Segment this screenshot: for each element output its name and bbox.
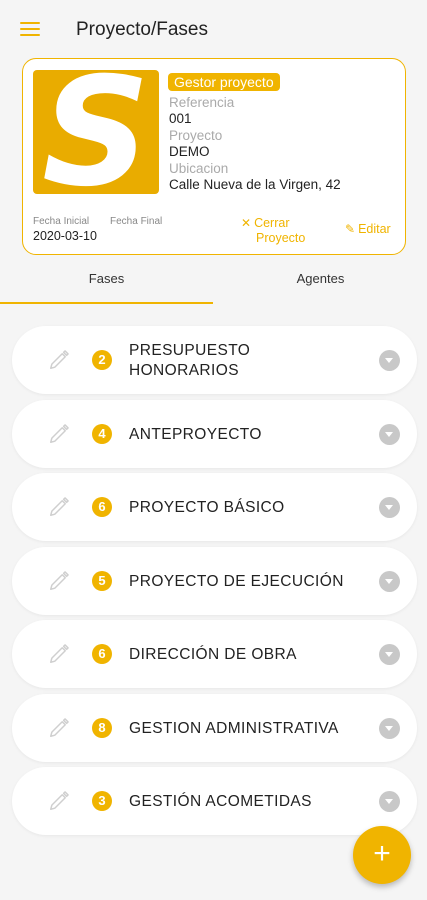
pencil-icon[interactable]	[48, 570, 70, 592]
pencil-icon[interactable]	[48, 790, 70, 812]
pencil-icon: ✎	[345, 222, 356, 236]
reference-label: Referencia	[169, 95, 235, 110]
tab-fases[interactable]: Fases	[0, 262, 213, 304]
phase-count-badge: 6	[92, 644, 112, 664]
phase-count-badge: 2	[92, 350, 112, 370]
phase-label: ANTEPROYECTO	[129, 426, 262, 443]
add-phase-button[interactable]: +	[353, 826, 411, 884]
close-icon: ✕	[241, 216, 252, 230]
phase-item[interactable]: 6 DIRECCIÓN DE OBRA	[12, 620, 417, 688]
phase-item[interactable]: 4 ANTEPROYECTO	[12, 400, 417, 468]
phase-label: DIRECCIÓN DE OBRA	[129, 646, 297, 663]
hamburger-menu-icon[interactable]	[20, 22, 40, 36]
role-badge: Gestor proyecto	[168, 73, 280, 91]
phase-count-badge: 4	[92, 424, 112, 444]
phase-label: GESTIÓN ACOMETIDAS	[129, 793, 312, 810]
chevron-down-icon[interactable]	[379, 644, 400, 665]
phase-label: PROYECTO DE EJECUCIÓN	[129, 573, 344, 590]
close-project-label-2: Proyecto	[256, 231, 306, 245]
page-title: Proyecto/Fases	[76, 19, 208, 40]
location-label: Ubicacion	[169, 161, 229, 176]
app-bar: Proyecto/Fases	[0, 0, 427, 58]
tab-agentes[interactable]: Agentes	[214, 262, 427, 304]
phase-count-badge: 8	[92, 718, 112, 738]
phase-item[interactable]: 8 GESTION ADMINISTRATIVA	[12, 694, 417, 762]
pencil-icon[interactable]	[48, 717, 70, 739]
phase-count-badge: 6	[92, 497, 112, 517]
pencil-icon[interactable]	[48, 496, 70, 518]
phase-item[interactable]: 3 GESTIÓN ACOMETIDAS	[12, 767, 417, 835]
edit-label: Editar	[358, 222, 391, 236]
chevron-down-icon[interactable]	[379, 497, 400, 518]
chevron-down-icon[interactable]	[379, 424, 400, 445]
chevron-down-icon[interactable]	[379, 571, 400, 592]
phase-item[interactable]: 5 PROYECTO DE EJECUCIÓN	[12, 547, 417, 615]
close-project-button[interactable]: ✕ Cerrar Proyecto	[241, 216, 305, 246]
project-card: S Gestor proyecto Referencia 001 Proyect…	[22, 58, 406, 255]
pencil-icon[interactable]	[48, 643, 70, 665]
chevron-down-icon[interactable]	[379, 350, 400, 371]
chevron-down-icon[interactable]	[379, 718, 400, 739]
edit-button[interactable]: ✎ Editar	[345, 222, 391, 237]
tab-bar: Fases Agentes	[0, 262, 427, 306]
phase-label: PROYECTO BÁSICO	[129, 499, 285, 516]
phase-label: PRESUPUESTO HONORARIOS	[129, 342, 251, 379]
project-value: DEMO	[169, 144, 210, 159]
phase-item[interactable]: 6 PROYECTO BÁSICO	[12, 473, 417, 541]
pencil-icon[interactable]	[48, 423, 70, 445]
pencil-icon[interactable]	[48, 349, 70, 371]
project-logo: S	[33, 70, 159, 194]
phase-item[interactable]: 2 PRESUPUESTO HONORARIOS	[12, 326, 417, 394]
location-value: Calle Nueva de la Virgen, 42	[169, 177, 341, 192]
reference-value: 001	[169, 111, 192, 126]
end-date-label: Fecha Final	[110, 216, 163, 227]
start-date-label: Fecha Inicial	[33, 216, 90, 227]
phase-label: GESTION ADMINISTRATIVA	[129, 720, 339, 737]
project-label: Proyecto	[169, 128, 223, 143]
start-date-value: 2020-03-10	[33, 229, 97, 243]
close-project-label-1: Cerrar	[254, 216, 290, 230]
phase-count-badge: 3	[92, 791, 112, 811]
chevron-down-icon[interactable]	[379, 791, 400, 812]
phase-count-badge: 5	[92, 571, 112, 591]
logo-letter: S	[41, 70, 151, 194]
